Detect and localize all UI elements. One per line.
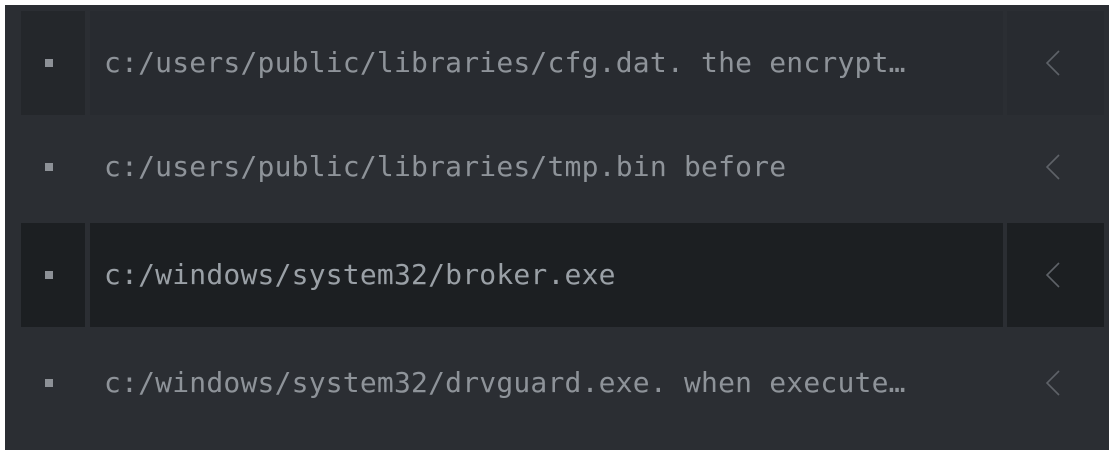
text-cell: c:/windows/system32/broker.exe <box>90 223 1003 327</box>
list-item[interactable]: c:/users/public/libraries/tmp.bin before <box>21 115 1104 219</box>
expand-toggle[interactable] <box>1007 115 1104 219</box>
list-item[interactable]: c:/windows/system32/drvguard.exe. when e… <box>21 331 1104 435</box>
list-item-label: c:/windows/system32/drvguard.exe. when e… <box>104 366 906 399</box>
text-cell: c:/users/public/libraries/cfg.dat. the e… <box>90 11 1003 115</box>
bullet-cell <box>21 223 85 327</box>
text-cell: c:/users/public/libraries/tmp.bin before <box>90 115 1003 219</box>
bullet-icon <box>45 163 53 171</box>
chevron-left-icon <box>1042 151 1064 183</box>
chevron-left-icon <box>1042 47 1064 79</box>
bullet-cell <box>21 11 85 115</box>
bullet-icon <box>45 379 53 387</box>
chevron-left-icon <box>1042 259 1064 291</box>
bullet-icon <box>45 59 53 67</box>
list-item-label: c:/users/public/libraries/cfg.dat. the e… <box>104 46 906 79</box>
bullet-cell <box>21 115 85 219</box>
expand-toggle[interactable] <box>1007 331 1104 435</box>
expand-toggle[interactable] <box>1007 11 1104 115</box>
list-item-label: c:/windows/system32/broker.exe <box>104 258 616 291</box>
list-item[interactable]: c:/windows/system32/broker.exe <box>21 223 1104 327</box>
text-cell: c:/windows/system32/drvguard.exe. when e… <box>90 331 1003 435</box>
expand-toggle[interactable] <box>1007 223 1104 327</box>
bullet-cell <box>21 331 85 435</box>
chevron-left-icon <box>1042 367 1064 399</box>
list-item-label: c:/users/public/libraries/tmp.bin before <box>104 150 787 183</box>
bullet-icon <box>45 271 53 279</box>
file-path-list: c:/users/public/libraries/cfg.dat. the e… <box>5 5 1109 450</box>
list-item[interactable]: c:/users/public/libraries/cfg.dat. the e… <box>21 11 1104 115</box>
